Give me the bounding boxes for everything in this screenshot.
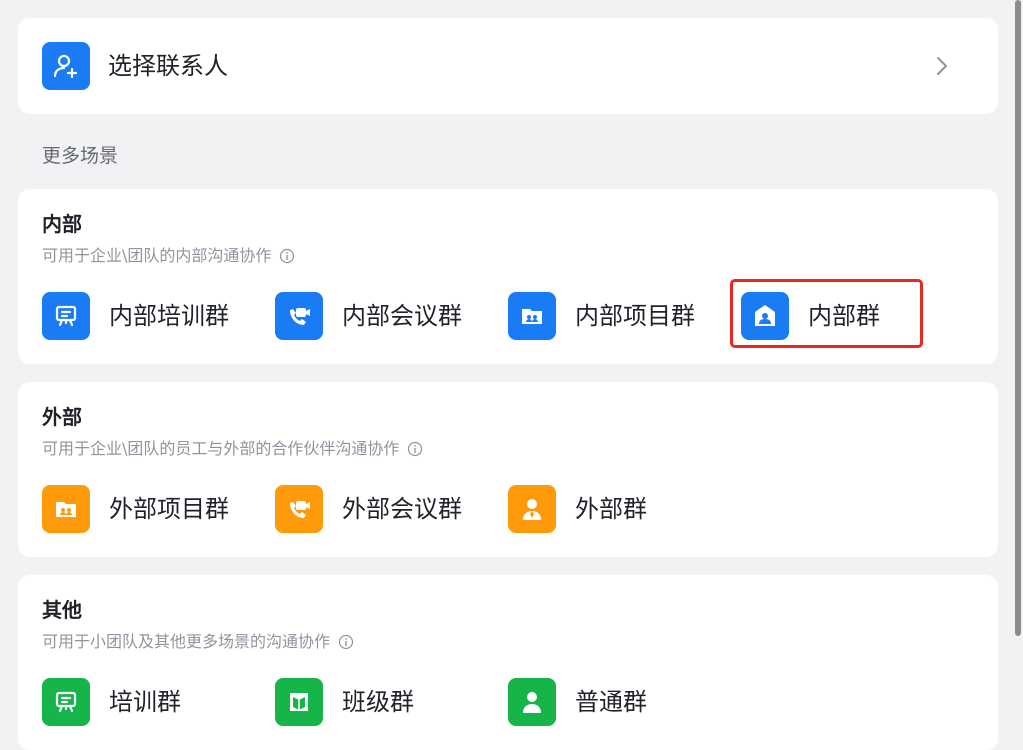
group-option-label: 班级群: [342, 688, 414, 716]
section-desc-text: 可用于小团队及其他更多场景的沟通协作: [42, 632, 331, 651]
group-option-label: 外部项目群: [109, 495, 229, 523]
video-call-icon: [275, 292, 323, 340]
section-description: 可用于企业\团队的员工与外部的合作伙伴沟通协作: [42, 438, 423, 460]
section-description: 可用于企业\团队的内部沟通协作: [42, 245, 295, 267]
project-folder-icon: [508, 292, 556, 340]
class-book-icon: [275, 678, 323, 726]
project-folder-icon: [42, 485, 90, 533]
group-option-class[interactable]: 班级群: [275, 678, 414, 726]
group-option-label: 外部会议群: [342, 495, 462, 523]
group-option-external-group[interactable]: 外部群: [508, 485, 647, 533]
group-option-label: 内部培训群: [109, 302, 229, 330]
section-description: 可用于小团队及其他更多场景的沟通协作: [42, 631, 354, 653]
person-icon: [508, 678, 556, 726]
external-person-icon: [508, 485, 556, 533]
chevron-right-icon: [930, 54, 954, 78]
add-user-icon: [42, 42, 90, 90]
section-title: 内部: [42, 212, 82, 236]
info-icon[interactable]: [279, 248, 295, 264]
section-title: 其他: [42, 598, 82, 622]
group-option-external-meeting[interactable]: 外部会议群: [275, 485, 462, 533]
group-option-label: 培训群: [109, 688, 181, 716]
info-icon[interactable]: [338, 634, 354, 650]
group-option-normal[interactable]: 普通群: [508, 678, 647, 726]
selection-highlight: [730, 279, 923, 348]
select-contact-card[interactable]: 选择联系人: [18, 18, 998, 114]
section-desc-text: 可用于企业\团队的员工与外部的合作伙伴沟通协作: [42, 439, 400, 458]
group-option-label: 外部群: [575, 495, 647, 523]
group-option-training[interactable]: 培训群: [42, 678, 181, 726]
group-option-external-project[interactable]: 外部项目群: [42, 485, 229, 533]
group-option-label: 内部项目群: [575, 302, 695, 330]
vertical-scrollbar[interactable]: [1015, 0, 1021, 636]
group-option-internal-training[interactable]: 内部培训群: [42, 292, 229, 340]
external-section-card: 外部 可用于企业\团队的员工与外部的合作伙伴沟通协作 外部项目群 外部会议群 外…: [18, 382, 998, 557]
group-option-label: 普通群: [575, 688, 647, 716]
section-title: 外部: [42, 405, 82, 429]
group-option-internal-meeting[interactable]: 内部会议群: [275, 292, 462, 340]
group-option-internal-project[interactable]: 内部项目群: [508, 292, 695, 340]
more-scenes-label: 更多场景: [42, 145, 119, 167]
video-call-icon: [275, 485, 323, 533]
select-contact-label: 选择联系人: [108, 52, 228, 80]
section-desc-text: 可用于企业\团队的内部沟通协作: [42, 246, 272, 265]
training-board-icon: [42, 292, 90, 340]
info-icon[interactable]: [407, 441, 423, 457]
training-board-icon: [42, 678, 90, 726]
group-option-label: 内部会议群: [342, 302, 462, 330]
other-section-card: 其他 可用于小团队及其他更多场景的沟通协作 培训群 班级群 普通群: [18, 575, 998, 750]
